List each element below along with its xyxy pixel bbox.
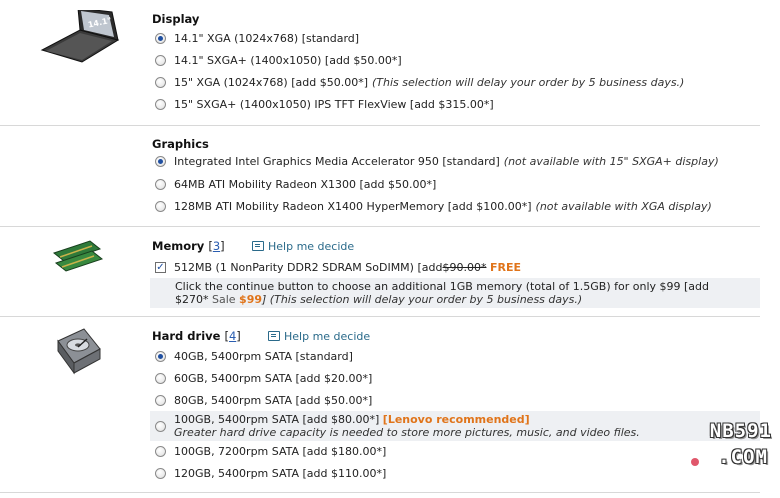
hard-drive-option-1[interactable]: 40GB, 5400rpm SATA [standard] [155,347,353,365]
display-option-4[interactable]: 15" SXGA+ (1400x1050) IPS TFT FlexView [… [155,95,494,113]
graphics-option-1-note: (not available with 15" SXGA+ display) [503,154,719,168]
memory-free-label: FREE [489,260,521,274]
graphics-option-3-label: 128MB ATI Mobility Radeon X1400 HyperMem… [174,199,532,213]
radio-button[interactable] [155,155,166,167]
display-option-3-label: 15" XGA (1024x768) [add $50.00*] [174,75,368,89]
hard-drive-option-2-label: 60GB, 5400rpm SATA [add $20.00*] [174,371,373,385]
bracket-close: ] [220,239,225,253]
memory-title: Memory [3] [152,239,225,253]
help-icon [268,331,280,341]
hard-drive-option-2[interactable]: 60GB, 5400rpm SATA [add $20.00*] [155,369,372,387]
hard-drive-title-text: Hard drive [152,329,221,343]
display-title: Display [152,12,200,26]
memory-module-image [52,240,104,272]
graphics-option-1[interactable]: Integrated Intel Graphics Media Accelera… [155,152,719,170]
memory-help-link[interactable]: Help me decide [252,240,354,253]
memory-info-line2: $270* Sale $99] (This selection will del… [175,293,760,306]
hard-drive-section: Hard drive [4] Help me decide 40GB, 5400… [0,317,760,493]
radio-button[interactable] [155,420,166,432]
hard-drive-option-3-label: 80GB, 5400rpm SATA [add $50.00*] [174,393,373,407]
memory-option-prefix: 512MB (1 NonParity DDR2 SDRAM SoDIMM) [a… [174,260,443,274]
display-section: 14.1" or 15" Display 14.1" XGA (1024x768… [0,0,760,126]
radio-button[interactable] [155,394,166,406]
radio-button[interactable] [155,200,166,212]
memory-upgrade-info: Click the continue button to choose an a… [150,278,760,308]
radio-button[interactable] [155,467,166,479]
watermark-dot [691,458,699,466]
radio-button[interactable] [155,445,166,457]
graphics-option-3[interactable]: 128MB ATI Mobility Radeon X1400 HyperMem… [155,197,712,215]
display-option-2[interactable]: 14.1" SXGA+ (1400x1050) [add $50.00*] [155,51,402,69]
graphics-option-2[interactable]: 64MB ATI Mobility Radeon X1300 [add $50.… [155,175,436,193]
memory-info-note: ] (This selection will delay your order … [262,293,583,306]
memory-section: Memory [3] Help me decide ✓ 512MB (1 Non… [0,227,760,317]
radio-button[interactable] [155,54,166,66]
recommended-note: Greater hard drive capacity is needed to… [174,426,640,439]
lenovo-recommended-badge: [Lenovo recommended] [382,413,530,426]
memory-option-1[interactable]: ✓ 512MB (1 NonParity DDR2 SDRAM SoDIMM) … [155,258,521,276]
sale-price: $99 [239,293,263,306]
display-option-3[interactable]: 15" XGA (1024x768) [add $50.00*] (This se… [155,73,684,91]
hard-drive-footnote-number: 4 [228,329,237,343]
memory-info-price: $270* [175,293,209,306]
hard-drive-option-5[interactable]: 100GB, 7200rpm SATA [add $180.00*] [155,442,386,460]
laptop-image: 14.1" or 15" [40,10,120,63]
display-option-1-label: 14.1" XGA (1024x768) [standard] [174,31,360,45]
watermark-line2: .COM [718,446,768,468]
memory-help-label: Help me decide [268,240,355,253]
display-option-4-label: 15" SXGA+ (1400x1050) IPS TFT FlexView [… [174,97,494,111]
hard-drive-help-link[interactable]: Help me decide [268,330,370,343]
memory-old-price: $90.00* [442,260,487,274]
hard-drive-option-4[interactable]: 100GB, 5400rpm SATA [add $80.00*] [Lenov… [155,413,640,439]
graphics-option-1-label: Integrated Intel Graphics Media Accelera… [174,154,500,168]
radio-button[interactable] [155,32,166,44]
display-option-3-note: (This selection will delay your order by… [372,75,685,89]
radio-button[interactable] [155,372,166,384]
hard-drive-option-6[interactable]: 120GB, 5400rpm SATA [add $110.00*] [155,464,386,482]
hard-drive-image [57,328,101,375]
hard-drive-option-6-label: 120GB, 5400rpm SATA [add $110.00*] [174,466,387,480]
hard-drive-help-label: Help me decide [284,330,371,343]
display-option-1[interactable]: 14.1" XGA (1024x768) [standard] [155,29,359,47]
graphics-option-2-label: 64MB ATI Mobility Radeon X1300 [add $50.… [174,177,437,191]
graphics-title: Graphics [152,137,209,151]
memory-title-text: Memory [152,239,205,253]
hard-drive-option-4-text: 100GB, 5400rpm SATA [add $80.00*] [Lenov… [174,413,640,439]
radio-button[interactable] [155,178,166,190]
watermark-line1: NB591 [709,420,772,442]
hard-drive-footnote-link[interactable]: [4] [224,329,240,343]
sale-label: Sale [212,293,236,306]
hard-drive-option-3[interactable]: 80GB, 5400rpm SATA [add $50.00*] [155,391,372,409]
graphics-section: Graphics Integrated Intel Graphics Media… [0,126,760,227]
hard-drive-option-1-label: 40GB, 5400rpm SATA [standard] [174,349,353,363]
hard-drive-option-5-label: 100GB, 7200rpm SATA [add $180.00*] [174,444,387,458]
graphics-option-3-note: (not available with XGA display) [535,199,712,213]
display-option-2-label: 14.1" SXGA+ (1400x1050) [add $50.00*] [174,53,402,67]
memory-footnote-number: 3 [212,239,221,253]
checkbox[interactable]: ✓ [155,261,166,273]
hard-drive-title: Hard drive [4] [152,329,241,343]
hard-drive-option-4-line: 100GB, 5400rpm SATA [add $80.00*] [Lenov… [174,413,640,426]
radio-button[interactable] [155,98,166,110]
hard-drive-option-4-label: 100GB, 5400rpm SATA [add $80.00*] [174,413,380,426]
memory-footnote-link[interactable]: [3] [208,239,224,253]
bracket-close: ] [236,329,241,343]
help-icon [252,241,264,251]
memory-info-line1: Click the continue button to choose an a… [175,280,709,293]
radio-button[interactable] [155,350,166,362]
radio-button[interactable] [155,76,166,88]
